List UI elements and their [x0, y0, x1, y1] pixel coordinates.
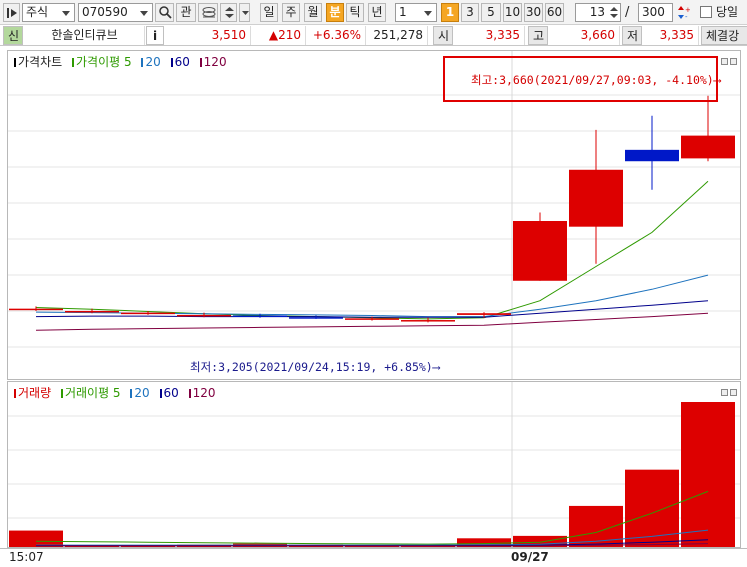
candle-body	[569, 169, 623, 227]
interval-5[interactable]: 5	[481, 3, 501, 22]
stock-info-button[interactable]: i	[146, 26, 164, 45]
interval-1[interactable]: 1	[441, 3, 459, 22]
panel-window-buttons[interactable]	[719, 54, 737, 68]
moving-average-line	[35, 300, 709, 318]
close-icon[interactable]	[730, 58, 737, 65]
period-minute[interactable]: 분	[326, 3, 344, 22]
close-icon[interactable]	[730, 389, 737, 396]
stock-code-input[interactable]: 070590	[78, 3, 153, 22]
period-week[interactable]: 주	[282, 3, 300, 22]
volume-chart-panel[interactable]: 거래량 거래이평 5 20 60 120	[7, 381, 741, 548]
chart-toolbar: 주식 070590 관 일 주 월 분 틱 년 1 1 3 5 10 30 60…	[0, 0, 747, 25]
candle-body	[457, 313, 511, 315]
low-price: 3,335	[644, 26, 699, 45]
candle-body	[289, 317, 343, 319]
interval-select[interactable]: 1	[395, 3, 437, 22]
search-icon[interactable]	[155, 3, 174, 22]
legend-marker	[72, 58, 74, 67]
candle-body	[121, 312, 175, 315]
interval-30[interactable]: 30	[524, 3, 543, 22]
total-count-input[interactable]: 300	[638, 3, 673, 22]
minimize-icon[interactable]	[721, 389, 728, 396]
stepper-dropdown-icon[interactable]	[239, 3, 250, 22]
period-tick[interactable]: 틱	[346, 3, 364, 22]
legend-marker	[188, 389, 191, 398]
candle-body	[9, 308, 63, 311]
stock-name: 한솔인티큐브	[25, 26, 145, 45]
panel-toggle-icon[interactable]	[3, 3, 20, 22]
stack-icon[interactable]	[198, 3, 218, 22]
low-annotation: 최저:3,205(2021/09/24,15:19, +6.85%)⟶	[190, 360, 440, 374]
period-day[interactable]: 일	[260, 3, 278, 22]
current-price: 3,510	[166, 26, 251, 45]
high-label: 고	[528, 26, 548, 45]
price-legend: 가격차트 가격이평 5 20 60 120	[14, 53, 227, 70]
legend-marker	[14, 58, 16, 67]
legend-ma20: 20	[145, 55, 161, 69]
favorites-button[interactable]: 관	[176, 3, 196, 22]
high-annotation: 최고:3,660(2021/09/27,09:03, -4.10%)⟶	[471, 73, 721, 87]
interval-60[interactable]: 60	[545, 3, 564, 22]
market-select[interactable]: 주식	[22, 3, 75, 22]
legend-marker	[130, 389, 133, 398]
legend-vma5: 거래이평 5	[64, 386, 121, 400]
interval-3[interactable]: 3	[461, 3, 479, 22]
legend-marker	[141, 58, 144, 67]
volume-bar	[9, 530, 63, 547]
candle-body	[681, 135, 735, 159]
open-price: 3,335	[455, 26, 525, 45]
high-price: 3,660	[550, 26, 620, 45]
legend-marker	[199, 58, 202, 67]
count-spin-icon[interactable]	[608, 4, 620, 21]
panel-window-buttons[interactable]	[719, 385, 737, 399]
legend-vma120: 120	[192, 386, 216, 400]
price-change: ▲210	[251, 26, 306, 45]
moving-average-line	[35, 274, 709, 318]
legend-ma5: 가격이평 5	[76, 55, 132, 69]
legend-volume: 거래량	[18, 386, 52, 400]
time-axis: 15:07 09/27	[0, 548, 747, 567]
legend-marker	[14, 389, 16, 398]
open-label: 시	[433, 26, 453, 45]
quote-bar: 신 한솔인티큐브 i 3,510 ▲210 +6.36% 251,278 시 3…	[0, 25, 747, 46]
today-checkbox[interactable]	[700, 6, 712, 18]
legend-vma20: 20	[134, 386, 150, 400]
legend-marker	[170, 58, 173, 67]
minimize-icon[interactable]	[721, 58, 728, 65]
period-year[interactable]: 년	[368, 3, 386, 22]
zoom-icon[interactable]: + -	[676, 4, 691, 21]
legend-ma60: 60	[174, 55, 190, 69]
candle-body	[345, 318, 399, 320]
volume: 251,278	[366, 26, 428, 45]
legend-ma120: 120	[203, 55, 227, 69]
candle-body	[177, 314, 231, 317]
volume-plot	[8, 382, 740, 547]
volume-legend: 거래량 거래이평 5 20 60 120	[14, 384, 216, 401]
period-month[interactable]: 월	[304, 3, 322, 22]
legend-vma60: 60	[163, 386, 179, 400]
candle-body	[401, 320, 455, 322]
svg-text:-: -	[685, 13, 688, 21]
time-label-start: 15:07	[9, 550, 44, 564]
candle-body	[625, 149, 679, 162]
volume-bar	[681, 402, 735, 547]
candle-body	[513, 221, 567, 281]
price-change-pct: +6.36%	[306, 26, 366, 45]
legend-marker	[159, 389, 162, 398]
up-down-stepper-icon[interactable]	[220, 3, 237, 22]
high-annotation-box: 최고:3,660(2021/09/27,09:03, -4.10%)⟶	[443, 56, 721, 102]
count-separator: /	[625, 5, 630, 20]
today-label: 당일	[716, 5, 739, 19]
low-label: 저	[622, 26, 642, 45]
trade-strength-label: 체결강	[701, 26, 747, 45]
volume-bar	[625, 469, 679, 547]
interval-10[interactable]: 10	[503, 3, 522, 22]
date-label: 09/27	[511, 550, 549, 564]
legend-price: 가격차트	[18, 55, 63, 69]
candle-body	[233, 315, 287, 317]
legend-marker	[60, 389, 63, 398]
candle-body	[65, 310, 119, 313]
credit-badge: 신	[3, 26, 23, 45]
